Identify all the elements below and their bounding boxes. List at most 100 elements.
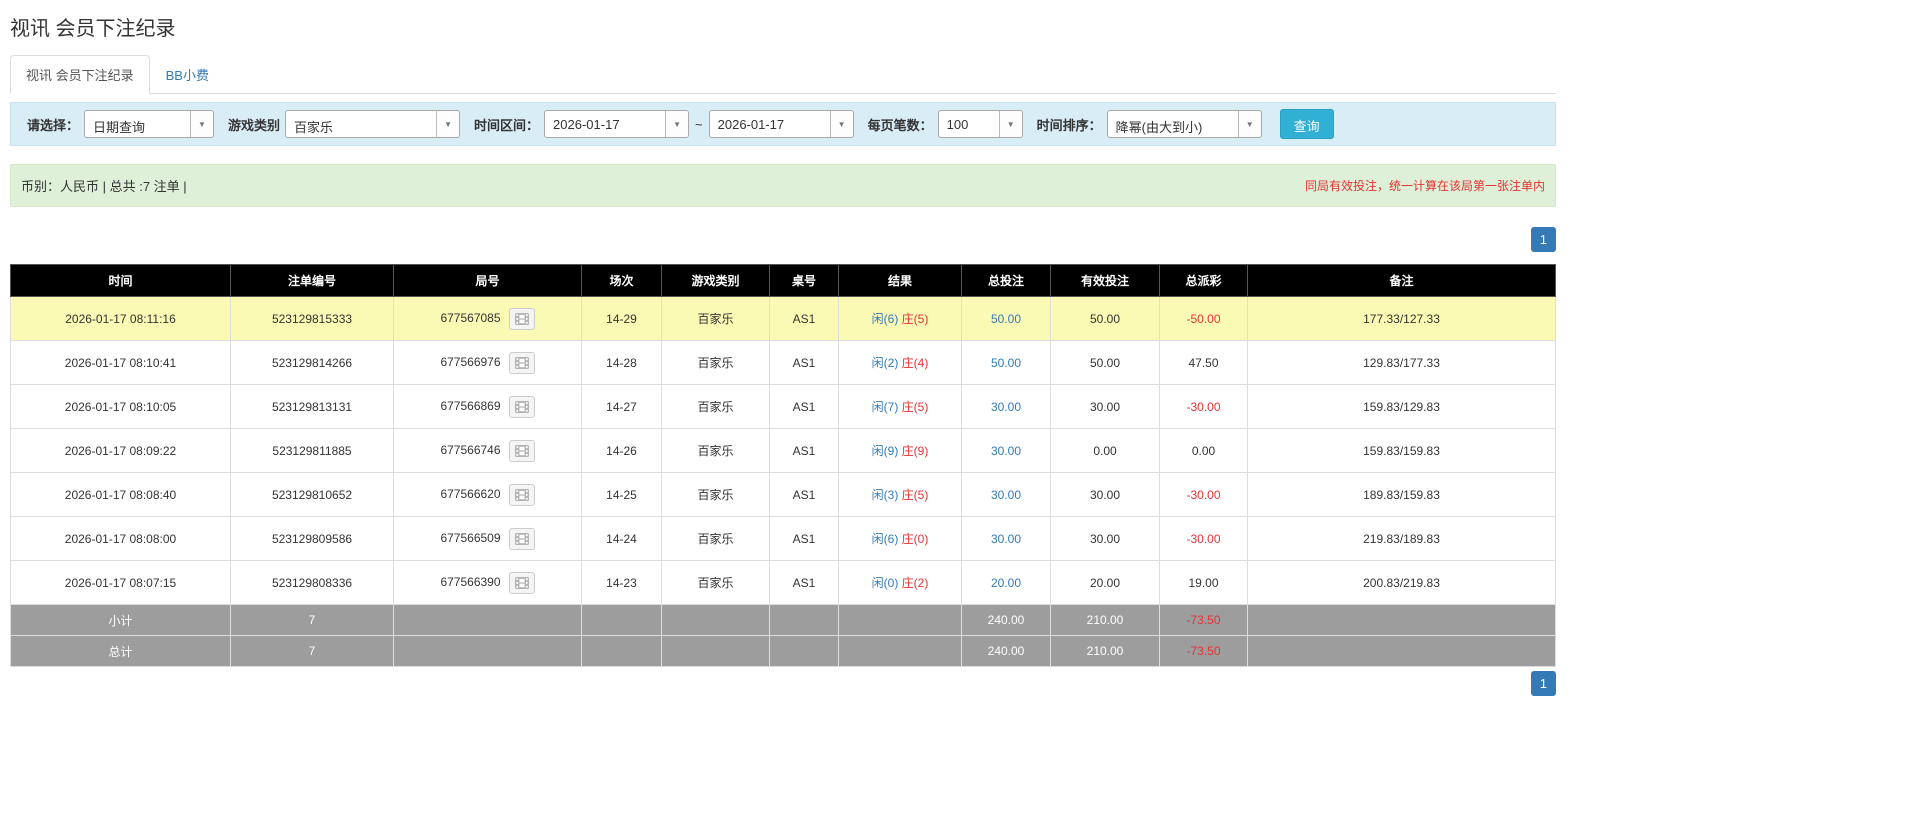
- payout-cell: 19.00: [1159, 560, 1248, 605]
- table-row: 2026-01-17 08:09:22 523129811885 677566746…: [10, 428, 1556, 473]
- session-cell: 14-26: [581, 428, 662, 473]
- column-header: 总派彩: [1159, 264, 1248, 297]
- game-type-value: 百家乐: [294, 120, 334, 135]
- total-bet-link[interactable]: 30.00: [991, 444, 1021, 458]
- column-header: 备注: [1247, 264, 1556, 297]
- result-banker: 庄(5): [901, 400, 929, 414]
- round-cell: 677566390: [393, 560, 582, 605]
- column-header: 注单编号: [230, 264, 394, 297]
- caret-down-icon[interactable]: ▼: [998, 111, 1022, 137]
- time-cell: 2026-01-17 08:07:15: [10, 560, 231, 605]
- round-cell: 677567085: [393, 296, 582, 341]
- query-type-value: 日期查询: [93, 120, 146, 135]
- tab-bb-tips[interactable]: BB小费: [150, 55, 225, 94]
- search-button[interactable]: 查询: [1279, 109, 1334, 139]
- betting-records-table: 时间 注单编号 局号 场次 游戏类别 桌号 结果 总投注 有效投注 总派彩 备注 2026-01-1…: [10, 264, 1556, 667]
- game-type-dropdown[interactable]: 百家乐 ▼: [285, 110, 461, 138]
- subtotal-row: 小计 7 240.00 210.00 -73.50: [10, 604, 1556, 636]
- result-cell: 闲(2) 庄(4): [838, 340, 962, 385]
- total-bet-link[interactable]: 20.00: [991, 576, 1021, 590]
- result-cell: 闲(9) 庄(9): [838, 428, 962, 473]
- video-replay-icon[interactable]: [508, 351, 535, 374]
- summary-note-cell: [1247, 604, 1556, 636]
- tab-betting-records[interactable]: 视讯 会员下注纪录: [10, 55, 150, 94]
- video-replay-icon[interactable]: [508, 571, 535, 594]
- total-bet-link[interactable]: 30.00: [991, 400, 1021, 414]
- round-cell: 677566620: [393, 472, 582, 517]
- game-type-cell: 百家乐: [661, 516, 770, 561]
- caret-down-icon[interactable]: ▼: [665, 111, 689, 137]
- result-player: 闲(2): [871, 356, 899, 370]
- result-cell: 闲(6) 庄(0): [838, 516, 962, 561]
- game-type-cell: 百家乐: [661, 428, 770, 473]
- total-bet-link[interactable]: 50.00: [991, 356, 1021, 370]
- result-banker: 庄(0): [901, 532, 929, 546]
- video-replay-icon[interactable]: [508, 395, 535, 418]
- column-header: 结果: [838, 264, 962, 297]
- date-from-value: 2026-01-17: [553, 117, 620, 132]
- game-type-cell: 百家乐: [661, 560, 770, 605]
- time-cell: 2026-01-17 08:10:05: [10, 384, 231, 429]
- table-body: 2026-01-17 08:11:16 523129815333 677567085…: [10, 296, 1556, 667]
- page-1-button[interactable]: 1: [1530, 227, 1556, 252]
- caret-down-icon[interactable]: ▼: [190, 111, 214, 137]
- per-page-dropdown[interactable]: 100 ▼: [937, 110, 1023, 138]
- caret-down-icon[interactable]: ▼: [436, 111, 460, 137]
- date-range-label: 时间区间：: [474, 117, 540, 133]
- summary-label-cell: 小计: [10, 604, 231, 636]
- table-row: 2026-01-17 08:10:41 523129814266 677566976…: [10, 340, 1556, 385]
- summary-empty-cell: [838, 635, 962, 667]
- video-replay-icon[interactable]: [508, 307, 535, 330]
- video-replay-icon[interactable]: [508, 527, 535, 550]
- round-number: 677566869: [440, 398, 501, 413]
- note-cell: 219.83/189.83: [1247, 516, 1556, 561]
- result-cell: 闲(7) 庄(5): [838, 384, 962, 429]
- per-page-label: 每页笔数：: [867, 117, 933, 133]
- bet-id-cell: 523129814266: [230, 340, 394, 385]
- note-cell: 189.83/159.83: [1247, 472, 1556, 517]
- table-header-row: 时间 注单编号 局号 场次 游戏类别 桌号 结果 总投注 有效投注 总派彩 备注: [10, 264, 1556, 297]
- result-cell: 闲(0) 庄(2): [838, 560, 962, 605]
- note-cell: 177.33/127.33: [1247, 296, 1556, 341]
- time-cell: 2026-01-17 08:09:22: [10, 428, 231, 473]
- total-bet-link[interactable]: 30.00: [991, 488, 1021, 502]
- table-row: 2026-01-17 08:11:16 523129815333 677567085…: [10, 296, 1556, 341]
- valid-bet-cell: 30.00: [1050, 516, 1160, 561]
- result-banker: 庄(4): [901, 356, 929, 370]
- caret-down-icon[interactable]: ▼: [829, 111, 853, 137]
- payout-cell: -30.00: [1159, 472, 1248, 517]
- summary-total-bet-cell: 240.00: [961, 635, 1051, 667]
- valid-bet-notice-text: 同局有效投注，统一计算在该局第一张注单内: [1304, 179, 1545, 193]
- total-bet-link[interactable]: 30.00: [991, 532, 1021, 546]
- query-type-dropdown[interactable]: 日期查询 ▼: [84, 110, 215, 138]
- date-to-picker[interactable]: 2026-01-17 ▼: [708, 110, 854, 138]
- time-cell: 2026-01-17 08:08:40: [10, 472, 231, 517]
- summary-payout-cell: -73.50: [1159, 635, 1248, 667]
- sort-dropdown[interactable]: 降幂(由大到小) ▼: [1106, 110, 1262, 138]
- round-cell: 677566869: [393, 384, 582, 429]
- table-no-cell: AS1: [769, 384, 839, 429]
- filter-group-query-type: 请选择： 日期查询 ▼: [19, 110, 215, 138]
- video-replay-icon[interactable]: [508, 483, 535, 506]
- summary-empty-cell: [393, 604, 582, 636]
- bet-id-cell: 523129810652: [230, 472, 394, 517]
- sort-value: 降幂(由大到小): [1115, 120, 1203, 135]
- total-row: 总计 7 240.00 210.00 -73.50: [10, 635, 1556, 667]
- column-header: 总投注: [961, 264, 1051, 297]
- result-player: 闲(7): [871, 400, 899, 414]
- date-from-picker[interactable]: 2026-01-17 ▼: [544, 110, 690, 138]
- table-row: 2026-01-17 08:10:05 523129813131 677566869…: [10, 384, 1556, 429]
- note-cell: 200.83/219.83: [1247, 560, 1556, 605]
- summary-empty-cell: [581, 604, 662, 636]
- round-cell: 677566746: [393, 428, 582, 473]
- bet-id-cell: 523129813131: [230, 384, 394, 429]
- caret-down-icon[interactable]: ▼: [1237, 111, 1261, 137]
- page-1-button[interactable]: 1: [1530, 671, 1556, 696]
- total-bet-link[interactable]: 50.00: [991, 312, 1021, 326]
- round-number: 677567085: [440, 310, 501, 325]
- session-cell: 14-24: [581, 516, 662, 561]
- summary-empty-cell: [661, 604, 770, 636]
- video-replay-icon[interactable]: [508, 439, 535, 462]
- result-banker: 庄(9): [901, 444, 929, 458]
- bet-id-cell: 523129811885: [230, 428, 394, 473]
